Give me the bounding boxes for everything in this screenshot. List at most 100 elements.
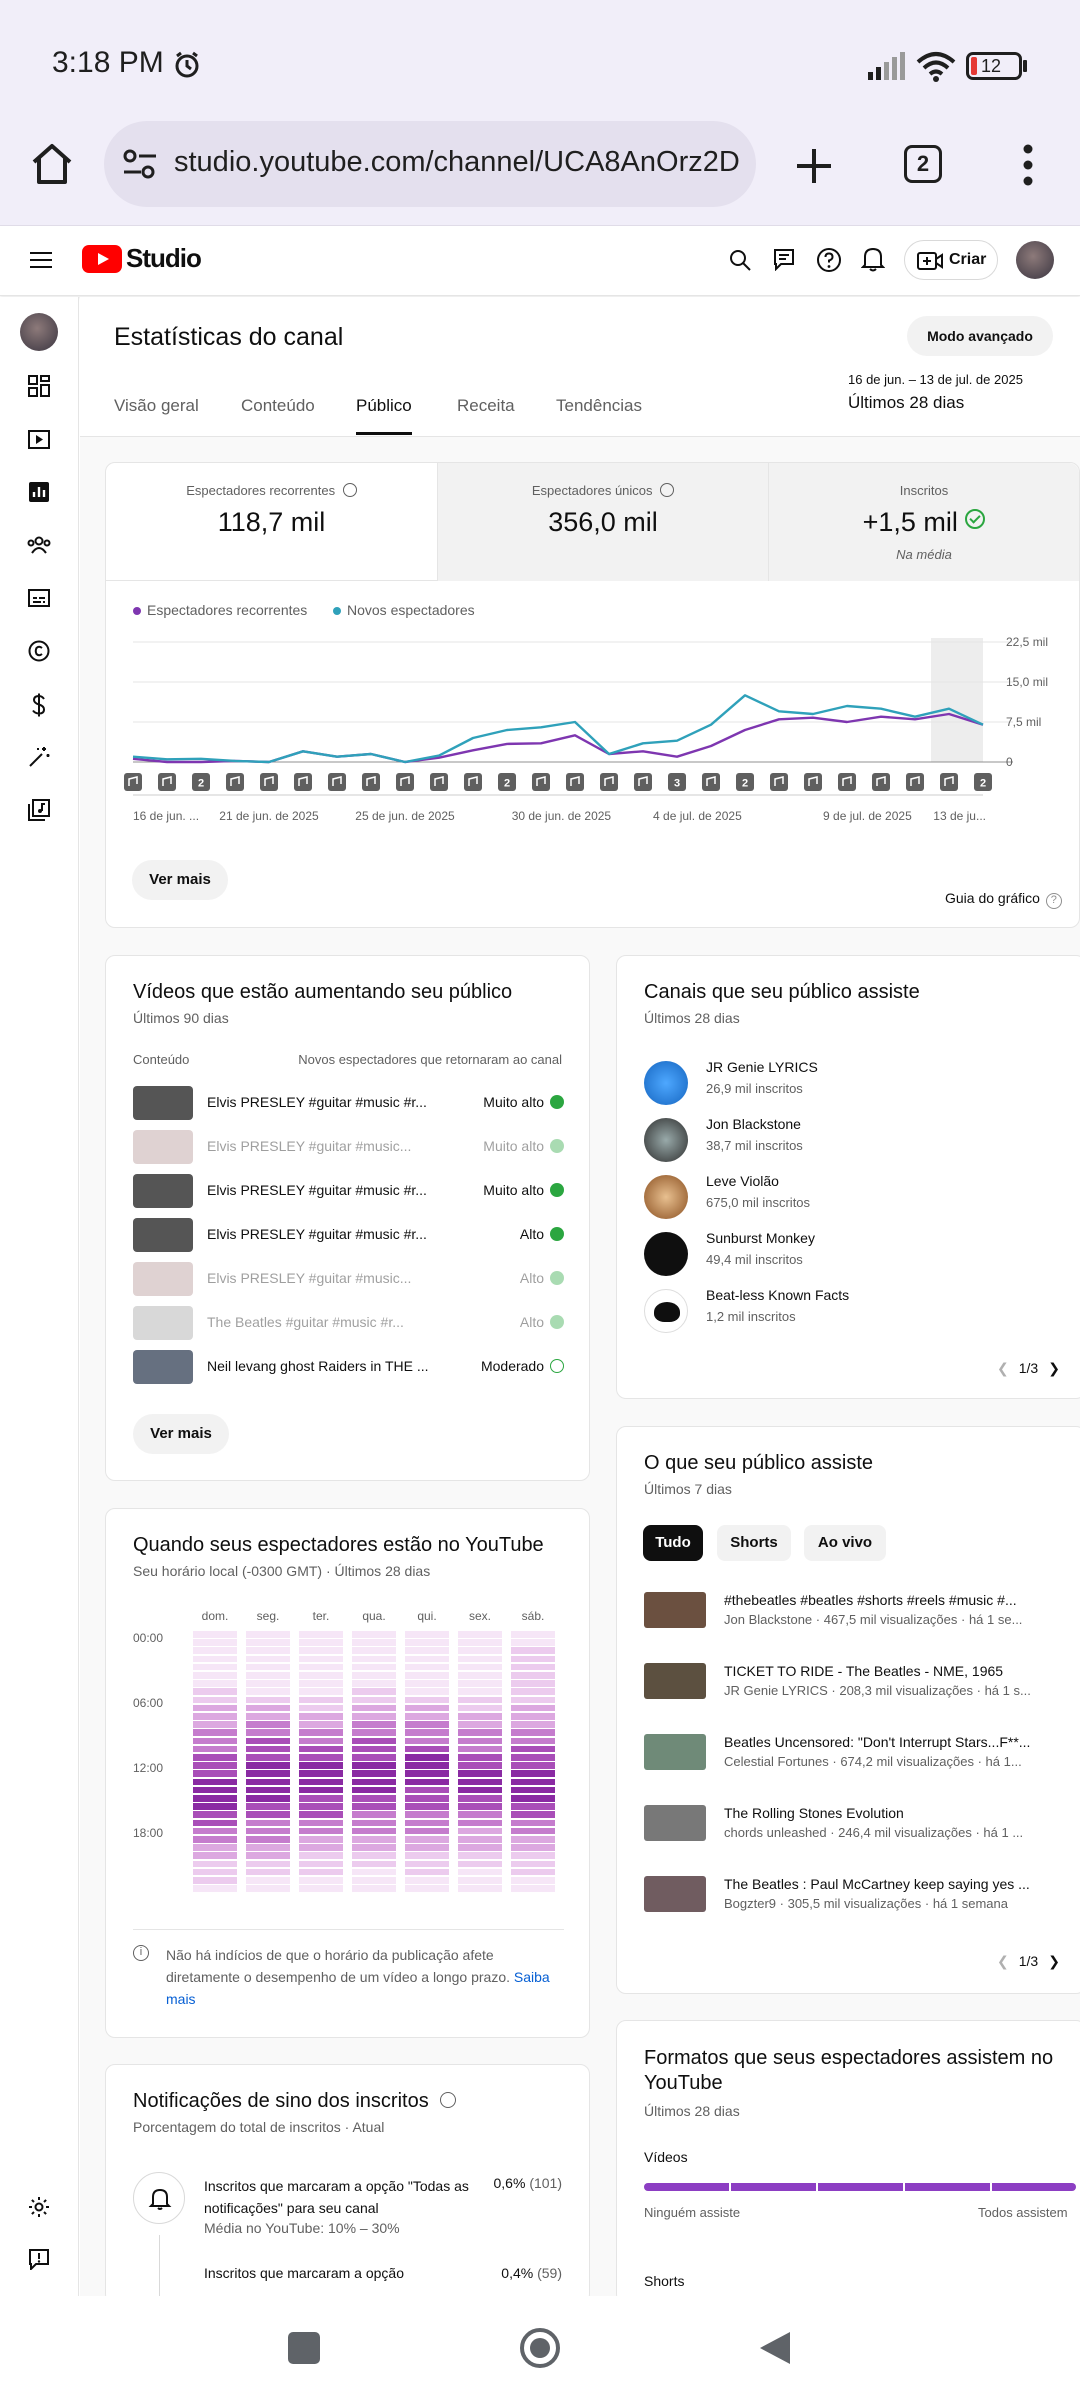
legend-label: Espectadores recorrentes [147,602,308,618]
heatmap-cell [246,1868,290,1876]
new-tab-icon[interactable] [794,146,834,186]
audio-library-icon[interactable] [28,799,50,821]
tab-content[interactable]: Conteúdo [241,396,315,416]
video-row[interactable]: Neil levang ghost Raiders in THE ... Mode… [133,1346,564,1390]
video-row[interactable]: The Beatles #guitar #music #r... Alto [133,1302,564,1346]
music-marker[interactable] [464,773,482,791]
metric-returning-viewers[interactable]: Espectadores recorrentes 118,7 mil [106,463,437,581]
channel-row[interactable]: Beat-less Known Facts 1,2 mil inscritos [644,1287,1064,1344]
music-marker[interactable] [634,773,652,791]
video-row[interactable]: Elvis PRESLEY #guitar #music #r... Alto [133,1214,564,1258]
tab-trends[interactable]: Tendências [556,396,642,416]
music-marker[interactable] [600,773,618,791]
url-text[interactable]: studio.youtube.com/channel/UCA8AnOrz2DV [174,146,740,179]
video-row[interactable]: Elvis PRESLEY #guitar #music #r... Muito … [133,1082,564,1126]
check-circle-icon [550,1315,564,1329]
music-marker[interactable] [124,773,142,791]
metric-unique-viewers[interactable]: Espectadores únicos 356,0 mil [437,463,769,581]
tab-audience[interactable]: Público [356,396,412,416]
music-marker[interactable] [770,773,788,791]
back-button[interactable] [758,2330,792,2366]
watched-video-row[interactable]: The Rolling Stones Evolution chords unlea… [644,1805,1064,1876]
customization-icon[interactable] [28,746,50,768]
site-settings-icon[interactable] [122,148,158,180]
channel-row[interactable]: Jon Blackstone 38,7 mil inscritos [644,1116,1064,1173]
music-marker[interactable] [906,773,924,791]
music-marker[interactable] [804,773,822,791]
recents-button[interactable] [288,2332,320,2364]
channel-row[interactable]: JR Genie LYRICS 26,9 mil inscritos [644,1059,1064,1116]
audience-line-chart[interactable]: 22,5 mil 15,0 mil 7,5 mil 0 2 2 3 2 2 16 de jun. … [106,625,1080,830]
growing-videos-more-button[interactable]: Ver mais [133,1414,229,1454]
watched-video-row[interactable]: TICKET TO RIDE - The Beatles - NME, 1965… [644,1663,1064,1734]
chevron-left-icon[interactable]: ❮ [997,1953,1009,1969]
music-marker[interactable] [940,773,958,791]
music-marker[interactable] [328,773,346,791]
copyright-icon[interactable] [28,640,50,662]
search-icon[interactable] [728,248,752,272]
period-selector[interactable]: Últimos 28 dias [848,393,964,413]
advanced-mode-button[interactable]: Modo avançado [907,316,1053,356]
music-marker[interactable] [294,773,312,791]
date-range[interactable]: 16 de jun. – 13 de jul. de 2025 [848,372,1023,387]
channel-row[interactable]: Leve Violão 675,0 mil inscritos [644,1173,1064,1230]
earn-icon[interactable] [28,693,50,717]
music-marker[interactable] [260,773,278,791]
video-row[interactable]: Elvis PRESLEY #guitar #music... Alto [133,1258,564,1302]
music-marker[interactable] [872,773,890,791]
music-marker[interactable] [362,773,380,791]
filter-all[interactable]: Tudo [643,1525,703,1561]
heatmap-cell [405,1819,449,1827]
account-avatar[interactable] [1016,241,1054,279]
filter-live[interactable]: Ao vivo [804,1525,886,1561]
community-icon[interactable] [27,534,51,556]
watched-video-row[interactable]: #thebeatles #beatles #shorts #reels #mus… [644,1592,1064,1663]
music-marker[interactable] [838,773,856,791]
day-label: ter. [312,1609,330,1623]
music-marker[interactable] [430,773,448,791]
settings-gear-icon[interactable] [28,2196,50,2218]
music-marker[interactable] [396,773,414,791]
music-marker[interactable] [566,773,584,791]
rating-label: Muito alto [483,1138,544,1154]
metric-subscribers[interactable]: Inscritos +1,5 mil Na média [769,463,1079,581]
home-button[interactable] [520,2328,560,2368]
notifications-bell-icon[interactable] [861,246,885,272]
hamburger-menu-icon[interactable] [30,251,52,269]
content-icon[interactable] [28,428,50,450]
video-row[interactable]: Elvis PRESLEY #guitar #music... Muito alt… [133,1126,564,1170]
channel-row[interactable]: Sunburst Monkey 49,4 mil inscritos [644,1230,1064,1287]
viewers-heatmap[interactable]: dom. seg. ter. qua. qui. sex. sáb. 00:00 06:00 12… [133,1609,564,1909]
chevron-right-icon[interactable]: ❯ [1048,1953,1060,1969]
series-line-new[interactable] [132,694,984,764]
home-icon[interactable] [30,142,74,186]
chart-guide-link[interactable]: Guia do gráfico ? [945,890,1062,909]
watched-video-row[interactable]: The Beatles : Paul McCartney keep saying… [644,1876,1064,1947]
send-feedback-icon[interactable] [28,2248,50,2270]
music-marker[interactable] [158,773,176,791]
chart-more-button[interactable]: Ver mais [132,860,228,900]
music-marker[interactable] [532,773,550,791]
watched-video-row[interactable]: Beatles Uncensored: "Don't Interrupt Sta… [644,1734,1064,1805]
analytics-icon[interactable] [28,481,50,503]
tab-switcher-button[interactable]: 2 [904,145,942,183]
chevron-right-icon[interactable]: ❯ [1048,1360,1060,1376]
chevron-left-icon[interactable]: ❮ [997,1360,1009,1376]
tab-overview[interactable]: Visão geral [114,396,199,416]
tab-revenue[interactable]: Receita [457,396,515,416]
video-row[interactable]: Elvis PRESLEY #guitar #music #r... Muito … [133,1170,564,1214]
dashboard-icon[interactable] [28,375,50,397]
series-line-returning[interactable] [132,712,984,764]
studio-logo[interactable] [82,245,122,273]
music-marker[interactable] [226,773,244,791]
create-button[interactable]: Criar [904,240,998,280]
heatmap-cell [193,1696,237,1704]
browser-menu-icon[interactable] [1018,144,1038,186]
heatmap-cell [458,1737,502,1745]
channel-avatar[interactable] [20,313,58,351]
feedback-icon[interactable] [772,247,796,271]
filter-shorts[interactable]: Shorts [717,1525,791,1561]
music-marker[interactable] [702,773,720,791]
help-icon[interactable] [816,247,842,273]
subtitles-icon[interactable] [28,587,50,609]
